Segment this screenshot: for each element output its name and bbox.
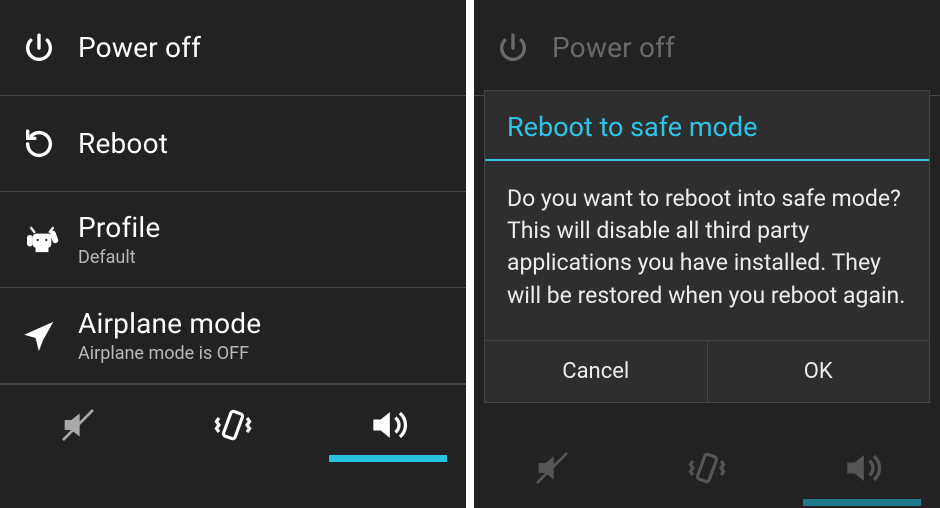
power-off-label: Power off: [78, 31, 201, 64]
sound-ring[interactable]: [311, 385, 466, 464]
safe-mode-dialog: Reboot to safe mode Do you want to reboo…: [484, 90, 930, 403]
cancel-button[interactable]: Cancel: [485, 341, 708, 402]
profile-item[interactable]: Profile Default: [0, 192, 466, 288]
dialog-body: Do you want to reboot into safe mode? Th…: [485, 161, 929, 340]
power-menu-panel: Power off Reboot Profile: [0, 0, 466, 508]
airplane-label: Airplane mode: [78, 307, 261, 340]
dialog-button-bar: Cancel OK: [485, 340, 929, 402]
sound-vibrate[interactable]: [155, 385, 310, 464]
profile-icon: [22, 223, 78, 257]
power-off-item[interactable]: Power off: [0, 0, 466, 96]
power-icon: [22, 31, 78, 65]
airplane-item[interactable]: Airplane mode Airplane mode is OFF: [0, 288, 466, 384]
airplane-icon: [22, 319, 78, 353]
sound-ring: [785, 428, 940, 508]
power-off-item: Power off: [474, 0, 940, 96]
power-icon: [496, 31, 552, 65]
sound-silent: [474, 428, 629, 508]
power-menu-panel-with-dialog: Power off: [474, 0, 940, 508]
profile-label: Profile: [78, 211, 160, 244]
reboot-icon: [22, 127, 78, 161]
airplane-sub: Airplane mode is OFF: [78, 343, 261, 364]
reboot-item[interactable]: Reboot: [0, 96, 466, 192]
sound-mode-bar: [474, 428, 940, 508]
sound-silent[interactable]: [0, 385, 155, 464]
reboot-label: Reboot: [78, 127, 168, 160]
sound-vibrate: [629, 428, 784, 508]
ok-button[interactable]: OK: [708, 341, 930, 402]
power-off-label: Power off: [552, 31, 675, 64]
dialog-title: Reboot to safe mode: [485, 91, 929, 161]
sound-mode-bar: [0, 384, 466, 464]
profile-sub: Default: [78, 247, 160, 268]
